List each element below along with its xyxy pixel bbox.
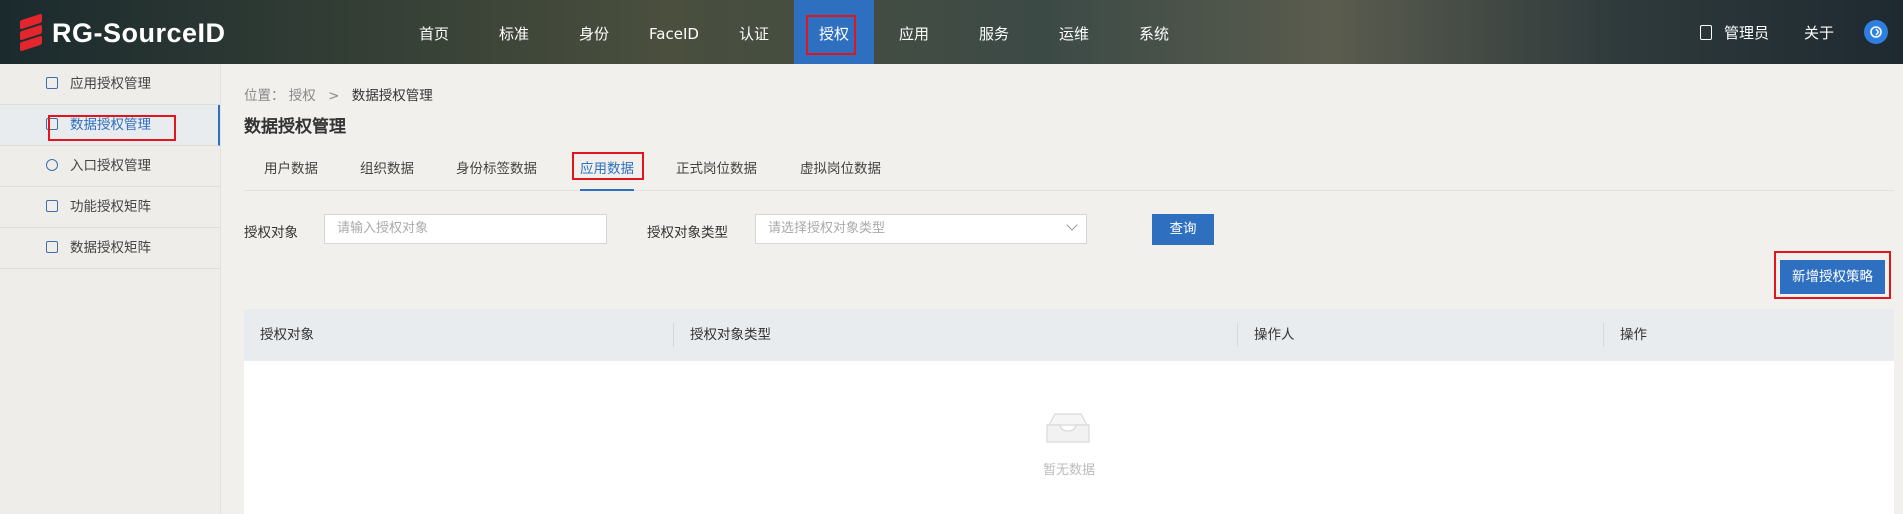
data-matrix-icon	[46, 241, 58, 253]
logout-icon	[1864, 20, 1888, 44]
column-divider	[1603, 323, 1604, 347]
empty-inbox-icon	[1046, 413, 1090, 443]
column-header: 操作人	[1254, 327, 1295, 343]
nav-item-identity[interactable]: 身份	[554, 0, 634, 64]
admin-label: 管理员	[1724, 23, 1770, 42]
sidebar-item-entry-auth[interactable]: 入口授权管理	[0, 146, 220, 187]
highlight-box	[572, 152, 644, 180]
chevron-down-icon	[1066, 219, 1078, 231]
logo-text: RG-SourceID	[52, 17, 226, 48]
nav-item-system[interactable]: 系统	[1114, 0, 1194, 64]
nav-item-services[interactable]: 服务	[954, 0, 1034, 64]
column-divider	[1237, 323, 1238, 347]
top-header: RG-SourceID 首页 标准 身份 FaceID 认证 授权 应用 服务 …	[0, 0, 1903, 64]
nav-item-authorization[interactable]: 授权	[794, 0, 874, 64]
type-label: 授权对象类型	[647, 225, 728, 241]
tab-virtual-post-data[interactable]: 虚拟岗位数据	[800, 154, 881, 190]
empty-text: 暂无数据	[1042, 463, 1095, 478]
admin-menu[interactable]: 管理员	[1700, 0, 1769, 64]
about-link[interactable]: 关于	[1804, 0, 1834, 64]
query-button[interactable]: 查询	[1152, 214, 1214, 245]
column-header: 操作	[1620, 327, 1647, 343]
breadcrumb-current: 数据授权管理	[351, 88, 433, 104]
nav-item-standard[interactable]: 标准	[474, 0, 554, 64]
table-header: 授权对象 授权对象类型 操作人 操作	[244, 309, 1894, 361]
page-title: 数据授权管理	[244, 117, 346, 137]
nav-item-home[interactable]: 首页	[394, 0, 474, 64]
nav-item-faceid[interactable]: FaceID	[634, 0, 714, 64]
function-matrix-icon	[46, 200, 58, 212]
highlight-box	[806, 15, 856, 55]
nav-item-apps[interactable]: 应用	[874, 0, 954, 64]
app-auth-icon	[46, 77, 58, 89]
table-body: 暂无数据	[244, 361, 1894, 514]
breadcrumb-parent[interactable]: 授权	[289, 88, 316, 104]
nav-item-ops[interactable]: 运维	[1034, 0, 1114, 64]
column-header: 授权对象类型	[690, 327, 771, 343]
type-select[interactable]: 请选择授权对象类型	[755, 214, 1087, 244]
tab-bar: 用户数据 组织数据 身份标签数据 应用数据 正式岗位数据 虚拟岗位数据	[244, 152, 1894, 191]
object-label: 授权对象	[244, 225, 298, 241]
main-nav: 首页 标准 身份 FaceID 认证 授权 应用 服务 运维 系统	[394, 0, 1194, 64]
entry-auth-icon	[46, 159, 58, 171]
sidebar-item-app-auth[interactable]: 应用授权管理	[0, 64, 220, 105]
breadcrumb: 位置： 授权 > 数据授权管理	[244, 88, 433, 104]
column-header: 授权对象	[260, 327, 314, 343]
logo-icon	[18, 13, 44, 52]
tab-formal-post-data[interactable]: 正式岗位数据	[676, 154, 757, 190]
tab-user-data[interactable]: 用户数据	[264, 154, 318, 190]
sidebar-item-function-matrix[interactable]: 功能授权矩阵	[0, 187, 220, 228]
main-content: 位置： 授权 > 数据授权管理 数据授权管理 用户数据 组织数据 身份标签数据 …	[244, 64, 1894, 514]
nav-item-auth[interactable]: 认证	[714, 0, 794, 64]
tab-identity-tag-data[interactable]: 身份标签数据	[456, 154, 537, 190]
highlight-box	[1774, 251, 1891, 299]
logo: RG-SourceID	[18, 13, 226, 52]
column-divider	[673, 323, 674, 347]
sidebar: 应用授权管理 数据授权管理 入口授权管理 功能授权矩阵 数据授权矩阵	[0, 64, 221, 514]
tab-org-data[interactable]: 组织数据	[360, 154, 414, 190]
object-input[interactable]: 请输入授权对象	[324, 214, 607, 244]
highlight-box	[48, 115, 176, 141]
clipboard-icon	[1700, 24, 1712, 40]
logout-button[interactable]	[1864, 0, 1888, 64]
sidebar-item-data-matrix[interactable]: 数据授权矩阵	[0, 228, 220, 269]
